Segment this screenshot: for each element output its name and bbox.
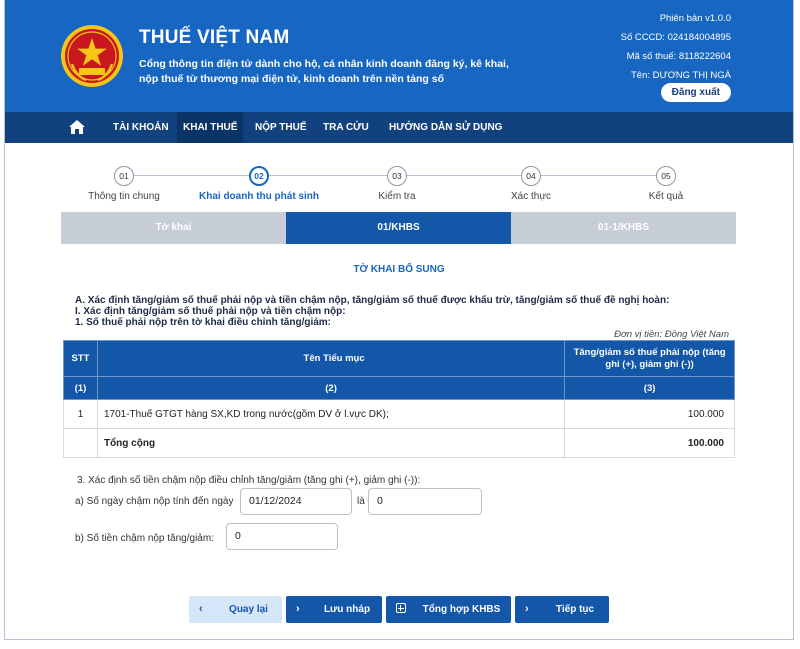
nav-item-tra-cuu[interactable]: TRA CỨU xyxy=(317,112,375,143)
step-number: 03 xyxy=(387,166,407,186)
nav-item-khai-thue[interactable]: KHAI THUẾ xyxy=(177,112,244,143)
column-index-1: (1) xyxy=(63,376,98,400)
table-total-row: Tổng cộng 100.000 xyxy=(63,428,735,458)
step-label: Xác thực xyxy=(510,191,552,202)
section-a-heading: A. Xác định tăng/giảm số thuế phải nộp v… xyxy=(75,295,670,306)
nav-item-huong-dan[interactable]: HƯỚNG DẪN SỬ DỤNG xyxy=(383,112,508,143)
chevron-right-icon: › xyxy=(296,603,300,615)
column-index-2: (2) xyxy=(96,376,566,400)
currency-unit-note: Đơn vị tiền: Đồng Việt Nam xyxy=(614,329,729,340)
row-stt: 1 xyxy=(63,399,98,429)
site-header: THUẾ VIỆT NAM Cổng thông tin điện tử dàn… xyxy=(5,0,793,112)
step-label: Kết quả xyxy=(648,191,684,202)
step-3: 03 Kiểm tra xyxy=(332,166,462,202)
step-1: 01 Thông tin chung xyxy=(59,166,189,202)
total-label: Tổng cộng xyxy=(96,428,566,458)
late-days-input[interactable]: 0 xyxy=(368,488,482,515)
section-1-heading: 1. Số thuế phải nộp trên tờ khai điều ch… xyxy=(75,317,332,328)
total-amount: 100.000 xyxy=(564,428,735,458)
section-i-heading: I. Xác định tăng/giảm số thuế phải nộp v… xyxy=(75,306,346,317)
form-title: TỜ KHAI BỔ SUNG xyxy=(353,264,445,275)
late-days-label: a) Số ngày chậm nộp tính đến ngày xyxy=(75,496,234,507)
nav-item-tai-khoan[interactable]: TÀI KHOẢN xyxy=(107,112,175,143)
la-label: là xyxy=(357,496,365,507)
step-label: Khai doanh thu phát sinh xyxy=(199,191,319,202)
tax-adjustment-table: STT Tên Tiểu mục Tăng/giảm số thuế phải … xyxy=(63,340,735,458)
continue-button[interactable]: › Tiếp tục xyxy=(515,596,609,623)
app-frame: THUẾ VIỆT NAM Cổng thông tin điện tử dàn… xyxy=(4,0,794,640)
tab-01-1-khbs[interactable]: 01-1/KHBS xyxy=(511,212,736,244)
home-icon[interactable] xyxy=(68,119,86,135)
tax-code-text: Mã số thuế: 8118222604 xyxy=(626,51,731,62)
chevron-right-icon: › xyxy=(525,603,529,615)
step-2-active: 02 Khai doanh thu phát sinh xyxy=(194,166,324,202)
late-amount-label: b) Số tiền chậm nộp tăng/giảm: xyxy=(75,533,214,544)
tab-to-khai[interactable]: Tờ khai xyxy=(61,212,286,244)
column-header-name: Tên Tiểu mục xyxy=(96,340,566,377)
progress-stepper: 01 Thông tin chung 02 Khai doanh thu phá… xyxy=(5,160,793,206)
step-number: 01 xyxy=(114,166,134,186)
national-emblem-logo xyxy=(61,25,123,87)
step-number: 02 xyxy=(249,166,269,186)
column-index-3: (3) xyxy=(564,376,735,400)
save-draft-button[interactable]: › Lưu nháp xyxy=(286,596,382,623)
column-header-stt: STT xyxy=(63,340,98,377)
tab-01-khbs[interactable]: 01/KHBS xyxy=(286,212,511,244)
late-date-input[interactable]: 01/12/2024 xyxy=(240,488,352,515)
site-description: Cổng thông tin điện tử dành cho hộ, cá n… xyxy=(139,58,509,85)
step-label: Thông tin chung xyxy=(88,191,160,202)
table-row: 1 1701-Thuế GTGT hàng SX,KD trong nước(g… xyxy=(63,399,735,429)
late-amount-input[interactable]: 0 xyxy=(226,523,338,550)
chevron-left-icon: ‹ xyxy=(199,603,203,615)
step-number: 05 xyxy=(656,166,676,186)
logout-button[interactable]: Đăng xuất xyxy=(660,83,731,102)
cccd-text: Số CCCD: 024184004895 xyxy=(620,32,731,43)
column-header-amount: Tăng/giảm số thuế phải nộp (tăng ghi (+)… xyxy=(564,340,735,377)
summary-khbs-button[interactable]: Tổng hợp KHBS xyxy=(386,596,511,623)
nav-item-nop-thue[interactable]: NỘP THUẾ xyxy=(249,112,313,143)
step-number: 04 xyxy=(521,166,541,186)
back-button[interactable]: ‹ Quay lại xyxy=(189,596,282,623)
site-title: THUẾ VIỆT NAM xyxy=(139,27,290,48)
plus-box-icon xyxy=(396,596,406,623)
main-nav: TÀI KHOẢN KHAI THUẾ NỘP THUẾ TRA CỨU HƯỚ… xyxy=(5,112,793,143)
step-label: Kiểm tra xyxy=(378,191,416,202)
row-amount[interactable]: 100.000 xyxy=(564,399,735,429)
user-info: Phiên bản v1.0.0 Số CCCD: 024184004895 M… xyxy=(621,9,731,85)
row-name: 1701-Thuế GTGT hàng SX,KD trong nước(gồm… xyxy=(96,399,566,429)
step-5: 05 Kết quả xyxy=(601,166,731,202)
version-text: Phiên bản v1.0.0 xyxy=(659,13,731,24)
late-payment-heading: 3. Xác định số tiền chậm nộp điều chỉnh … xyxy=(77,475,421,486)
step-4: 04 Xác thực xyxy=(466,166,596,202)
form-tabs: Tờ khai 01/KHBS 01-1/KHBS xyxy=(61,212,736,244)
